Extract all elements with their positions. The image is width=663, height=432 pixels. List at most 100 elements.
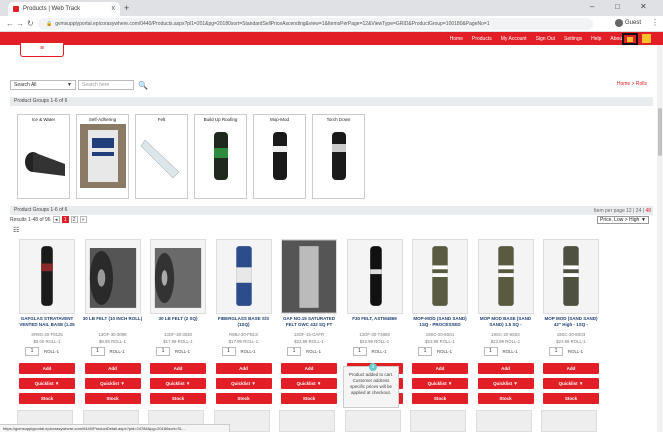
minimize-button[interactable]: – (590, 2, 594, 11)
quicklist-button[interactable]: Quicklist ▼ (215, 378, 272, 389)
product-image[interactable] (19, 239, 75, 314)
nav-products[interactable]: Products (472, 36, 492, 42)
maximize-button[interactable]: □ (615, 2, 620, 11)
add-button[interactable]: Add (215, 363, 272, 374)
add-button[interactable]: Add (84, 363, 141, 374)
breadcrumb[interactable]: Home > Rolls (617, 81, 647, 87)
product-image[interactable] (543, 239, 599, 314)
new-tab-button[interactable]: + (124, 3, 129, 13)
product-image[interactable] (412, 239, 468, 314)
quicklist-button[interactable]: Quicklist ▼ (19, 378, 75, 389)
stock-button[interactable]: Stock (281, 393, 337, 404)
product-image[interactable] (84, 239, 141, 314)
product-name[interactable]: GAFGLAS STRATAVENT VENTED NAIL BASE (1.2… (17, 316, 77, 329)
quantity-input[interactable]: 1 (25, 347, 39, 356)
cart-icon[interactable] (622, 33, 638, 45)
reload-icon[interactable]: ↻ (27, 19, 34, 28)
quantity-input[interactable]: 1 (352, 347, 367, 356)
category-card[interactable]: Ice & Water (17, 114, 70, 199)
product-image[interactable] (410, 410, 466, 432)
stock-button[interactable]: Stock (477, 393, 534, 404)
stock-button[interactable]: Stock (412, 393, 468, 404)
product-name[interactable]: 30 LB FELT (2 SQ) (148, 316, 208, 329)
per-page-option-selected[interactable]: 48 (645, 208, 651, 214)
add-button[interactable]: Add (477, 363, 534, 374)
product-image[interactable] (541, 410, 597, 432)
quicklist-button[interactable]: Quicklist ▼ (543, 378, 599, 389)
product-image[interactable] (215, 239, 272, 314)
product-image[interactable] (281, 239, 337, 314)
tab-close-icon[interactable]: x (112, 5, 116, 12)
product-name[interactable]: MOP-MOD (SAND SAND) 1SQ - PROCESSED (410, 316, 470, 329)
category-card[interactable]: Felt (135, 114, 188, 199)
product-name[interactable]: FIBERGLASS BASE S/S (1SQ) (214, 316, 274, 329)
quicklist-button[interactable]: Quicklist ▼ (150, 378, 206, 389)
search-input[interactable]: Search here (78, 80, 134, 90)
address-bar[interactable]: 🔒 gvmsupplyportal.epicorasywhere.com/0440… (38, 18, 593, 30)
product-image[interactable] (344, 410, 401, 432)
scrollbar-thumb[interactable] (658, 108, 662, 156)
page-prev-icon[interactable]: ◂ (52, 216, 60, 223)
search-scope-select[interactable]: Search All ▼ (10, 80, 76, 90)
quicklist-button[interactable]: Quicklist ▼ (412, 378, 468, 389)
quantity-input[interactable]: 1 (287, 347, 301, 356)
product-name[interactable]: MOP MOD (SAND SAND) 42" High - 1SQ - PRO… (541, 316, 601, 329)
stock-button[interactable]: Stock (215, 393, 272, 404)
browser-menu-icon[interactable]: ⋮ (651, 18, 659, 27)
product-name[interactable]: GAF NO.15 SATURATED FELT GWC 432 SQ FT (… (279, 316, 339, 329)
quantity-input[interactable]: 1 (156, 347, 170, 356)
page-scrollbar[interactable] (657, 45, 663, 432)
quicklist-button[interactable]: Quicklist ▼ (84, 378, 141, 389)
sort-select[interactable]: Price, Low > High ▼ (597, 216, 649, 224)
product-image[interactable] (150, 239, 206, 314)
stock-button[interactable]: Stock (19, 393, 75, 404)
forward-arrow-icon[interactable]: → (16, 19, 24, 28)
window-close-button[interactable]: ✕ (640, 2, 647, 11)
grid-view-icon[interactable]: ☷ (13, 226, 19, 234)
quicklist-button[interactable]: Quicklist ▼ (281, 378, 337, 389)
page-number[interactable]: 2 (70, 216, 78, 223)
nav-settings[interactable]: Settings (564, 36, 582, 42)
per-page-option[interactable]: 12 (626, 208, 632, 214)
page-next-icon[interactable]: » (79, 216, 87, 223)
product-image[interactable] (477, 239, 534, 314)
browser-tab[interactable]: Products | Web Track x (8, 2, 120, 16)
product-name[interactable]: F30 FELT, ASTM4869 (345, 316, 405, 329)
quantity-input[interactable]: 1 (483, 347, 498, 356)
add-button[interactable]: Add (19, 363, 75, 374)
add-button[interactable]: Add (150, 363, 206, 374)
category-card[interactable]: Build Up Roofing (194, 114, 247, 199)
nav-help[interactable]: Help (591, 36, 601, 42)
product-name[interactable]: MOP MOD BASE (SAND SAND) 1.5 SQ - PROCES… (476, 316, 536, 329)
category-card[interactable]: Self-Adhering (76, 114, 129, 199)
quantity-input[interactable]: 1 (549, 347, 563, 356)
add-button[interactable]: Add (281, 363, 337, 374)
product-image[interactable] (279, 410, 335, 432)
toast-close-icon[interactable]: x (369, 363, 377, 371)
quicklist-button[interactable]: Quicklist ▼ (477, 378, 534, 389)
add-button[interactable]: Add (543, 363, 599, 374)
category-row: Ice & Water Self-Adhering Felt Build Up … (17, 114, 371, 199)
nav-my-account[interactable]: My Account (501, 36, 527, 42)
add-button[interactable]: Add (412, 363, 468, 374)
category-card[interactable]: Mop-Mod (253, 114, 306, 199)
quantity-input[interactable]: 1 (90, 347, 105, 356)
product-image[interactable] (346, 239, 403, 314)
product-image[interactable] (475, 410, 532, 432)
page-number[interactable]: 1 (61, 216, 69, 223)
nav-sign-out[interactable]: Sign Out (536, 36, 555, 42)
stock-button[interactable]: Stock (150, 393, 206, 404)
quicklist-icon[interactable] (642, 34, 651, 43)
profile-button[interactable]: Guest (615, 19, 641, 27)
search-icon[interactable]: 🔍 (138, 81, 148, 90)
quantity-input[interactable]: 1 (418, 347, 432, 356)
back-arrow-icon[interactable]: ← (6, 19, 14, 28)
stock-button[interactable]: Stock (84, 393, 141, 404)
per-page-option[interactable]: 24 (636, 208, 642, 214)
quantity-input[interactable]: 1 (221, 347, 236, 356)
category-card[interactable]: Torch Down (312, 114, 365, 199)
product-name[interactable]: 30 LB FELT (10 INCH ROLL) (83, 316, 143, 329)
stock-button[interactable]: Stock (543, 393, 599, 404)
hamburger-menu-button[interactable]: ≡ (20, 43, 64, 57)
nav-home[interactable]: Home (450, 36, 463, 42)
